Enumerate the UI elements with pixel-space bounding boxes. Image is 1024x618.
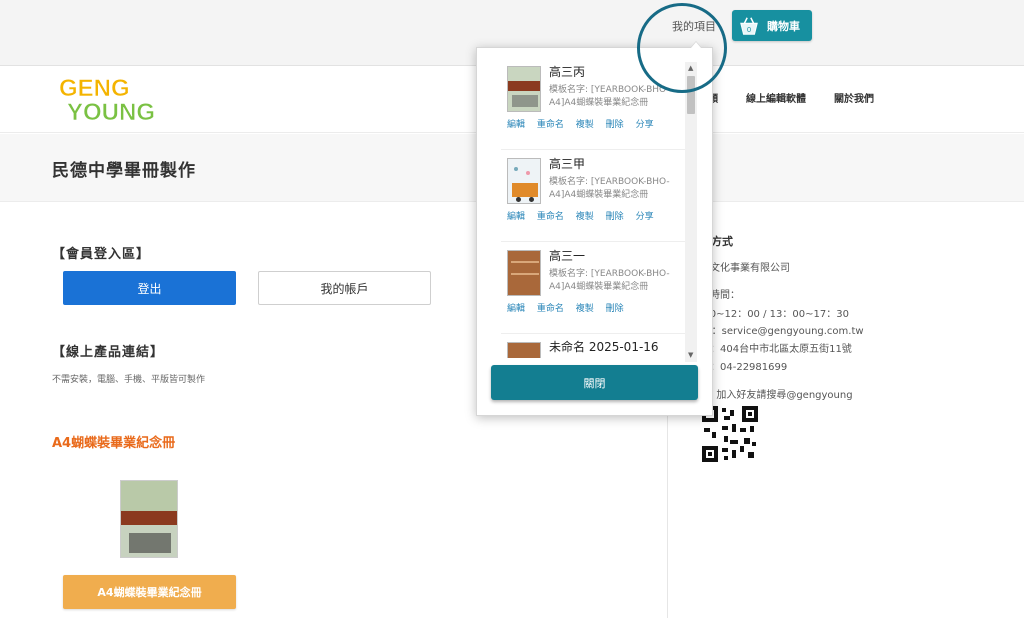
project-thumbnail[interactable] [507,66,541,112]
rename-link[interactable]: 重命名 [537,304,564,314]
delete-link[interactable]: 刪除 [606,212,624,222]
copy-link[interactable]: 複製 [576,120,594,130]
product-thumbnail[interactable] [120,480,178,558]
project-name: 高三甲 [549,157,586,171]
products-description: 不需安裝，電腦、手機、平版皆可製作 [52,375,206,385]
my-projects-popup: 高三丙 模板名字: [YEARBOOK-BHO-A4]A4蝴蝶裝畢業紀念冊 編輯… [476,47,713,416]
project-template: 模板名字: [YEARBOOK-BHO-A4]A4蝴蝶裝畢業紀念冊 [549,85,670,108]
contact-company: 陽文化事業有限公司 [700,263,790,274]
share-link[interactable]: 分享 [636,212,654,222]
project-template: 模板名字: [YEARBOOK-BHO-A4]A4蝴蝶裝畢業紀念冊 [549,269,670,292]
scroll-up-icon[interactable]: ▲ [688,64,693,72]
close-button[interactable]: 關閉 [491,365,698,400]
scrollbar-thumb[interactable] [687,76,695,114]
basket-icon: 0 [740,16,758,35]
my-account-button[interactable]: 我的帳戶 [258,271,431,305]
contact-hours: :30~12：00 / 13：00~17：30 [700,309,849,320]
project-name: 高三丙 [549,65,586,79]
product-title: A4蝴蝶裝畢業紀念冊 [52,436,176,451]
delete-link[interactable]: 刪除 [606,120,624,130]
svg-text:GENG: GENG [59,75,130,102]
delete-link[interactable]: 刪除 [606,304,624,314]
product-button[interactable]: A4蝴蝶裝畢業紀念冊 [63,575,236,609]
cart-count: 0 [747,24,751,33]
project-name: 未命名 2025-01-16 14:21 [549,340,659,358]
rename-link[interactable]: 重命名 [537,120,564,130]
logout-button[interactable]: 登出 [63,271,236,305]
contact-address: 址：404台中市北區太原五街11號 [700,344,852,355]
gengyoung-logo[interactable]: GENG YOUNG [55,68,165,132]
cart-button[interactable]: 0 購物車 [732,10,812,41]
project-item[interactable]: 高三丙 模板名字: [YEARBOOK-BHO-A4]A4蝴蝶裝畢業紀念冊 編輯… [501,58,687,150]
copy-link[interactable]: 複製 [576,304,594,314]
edit-link[interactable]: 編輯 [507,212,525,222]
project-item[interactable]: 高三甲 模板名字: [YEARBOOK-BHO-A4]A4蝴蝶裝畢業紀念冊 編輯… [501,150,687,242]
project-name: 高三一 [549,249,586,263]
project-thumbnail[interactable] [507,342,541,358]
project-item[interactable]: 高三一 模板名字: [YEARBOOK-BHO-A4]A4蝴蝶裝畢業紀念冊 編輯… [501,242,687,334]
nav-item-online-editor[interactable]: 線上編輯軟體 [746,90,806,105]
share-link[interactable]: 分享 [636,120,654,130]
edit-link[interactable]: 編輯 [507,120,525,130]
products-heading: 【線上產品連結】 [52,345,165,360]
nav-item-about[interactable]: 關於我們 [834,90,874,105]
project-list: 高三丙 模板名字: [YEARBOOK-BHO-A4]A4蝴蝶裝畢業紀念冊 編輯… [477,58,699,358]
project-thumbnail[interactable] [507,250,541,296]
project-actions: 編輯 重命名 複製 刪除 分享 [507,209,663,222]
contact-phone: 話：04-22981699 [700,362,788,373]
scroll-down-icon[interactable]: ▼ [688,351,693,359]
contact-email: ail：service@gengyoung.com.tw [700,326,864,337]
contact-line: E：加入好友請搜尋@gengyoung [700,390,853,401]
page-title: 民德中學畢冊製作 [52,161,196,181]
project-actions: 編輯 重命名 複製 刪除 分享 [507,117,663,130]
cart-label: 購物車 [767,19,800,33]
svg-text:YOUNG: YOUNG [67,99,155,126]
project-thumbnail[interactable] [507,158,541,204]
popup-scrollbar[interactable]: ▲ ▼ [685,62,697,362]
my-projects-link[interactable]: 我的項目 [672,18,716,34]
rename-link[interactable]: 重命名 [537,212,564,222]
project-actions: 編輯 重命名 複製 刪除 [507,301,633,314]
project-item[interactable]: 未命名 2025-01-16 14:21 [501,334,687,358]
copy-link[interactable]: 複製 [576,212,594,222]
member-heading: 【會員登入區】 [52,247,151,262]
project-template: 模板名字: [YEARBOOK-BHO-A4]A4蝴蝶裝畢業紀念冊 [549,177,670,200]
edit-link[interactable]: 編輯 [507,304,525,314]
